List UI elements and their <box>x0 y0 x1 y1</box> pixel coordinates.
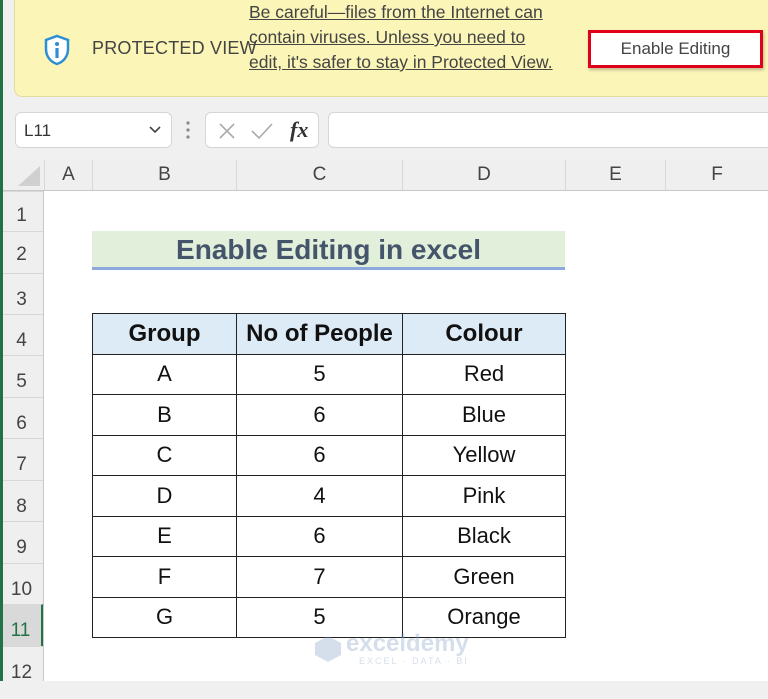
name-box-value: L11 <box>24 121 52 140</box>
row-header-2[interactable]: 2 <box>0 231 43 273</box>
cell-group[interactable]: G <box>92 596 237 638</box>
data-table: Group No of People Colour A 5 Red B 6 Bl… <box>92 313 566 638</box>
column-header-f[interactable]: F <box>665 160 768 190</box>
select-all-corner[interactable] <box>18 166 40 186</box>
cell-people[interactable]: 6 <box>236 394 403 436</box>
row-header-10[interactable]: 10 <box>0 563 43 604</box>
cell-group[interactable]: E <box>92 515 237 557</box>
cell-colour[interactable]: Red <box>402 353 566 395</box>
cell-colour[interactable]: Blue <box>402 394 566 436</box>
row-header-7[interactable]: 7 <box>0 438 43 480</box>
cell-group[interactable]: C <box>92 434 237 476</box>
cell-colour[interactable]: Yellow <box>402 434 566 476</box>
formula-controls: fx <box>205 112 319 148</box>
column-header-d[interactable]: D <box>402 160 565 190</box>
cell-people[interactable]: 6 <box>236 515 403 557</box>
cell-colour[interactable]: Green <box>402 556 566 598</box>
name-box[interactable]: L11 <box>15 112 172 148</box>
row-header-4[interactable]: 4 <box>0 314 43 355</box>
table-row: A 5 Red <box>92 353 566 395</box>
cell-group[interactable]: D <box>92 475 237 517</box>
cell-people[interactable]: 7 <box>236 556 403 598</box>
window-edge <box>0 0 3 681</box>
shield-info-icon <box>44 34 70 66</box>
header-group[interactable]: Group <box>92 313 237 355</box>
cell-people[interactable]: 5 <box>236 353 403 395</box>
table-row: G 5 Orange <box>92 596 566 638</box>
row-header-8[interactable]: 8 <box>0 480 43 521</box>
more-options-icon[interactable] <box>186 120 190 140</box>
table-row: D 4 Pink <box>92 475 566 517</box>
column-header-e[interactable]: E <box>565 160 665 190</box>
column-header-a[interactable]: A <box>44 160 92 190</box>
formula-input[interactable] <box>328 112 768 148</box>
row-header-3[interactable]: 3 <box>0 273 43 314</box>
row-header-9[interactable]: 9 <box>0 521 43 563</box>
table-header-row: Group No of People Colour <box>92 313 566 355</box>
cell-group[interactable]: F <box>92 556 237 598</box>
enable-editing-button[interactable]: Enable Editing <box>591 33 760 65</box>
header-colour[interactable]: Colour <box>402 313 566 355</box>
protected-view-label: PROTECTED VIEW <box>92 38 257 58</box>
row-header-12[interactable]: 12 <box>0 646 43 686</box>
header-no-of-people[interactable]: No of People <box>236 313 403 355</box>
table-row: C 6 Yellow <box>92 434 566 476</box>
watermark: exceldemy EXCEL · DATA · BI <box>313 630 469 669</box>
column-header-b[interactable]: B <box>92 160 236 190</box>
row-header-5[interactable]: 5 <box>0 355 43 397</box>
cell-group[interactable]: A <box>92 353 237 395</box>
protected-view-message[interactable]: Be careful—files from the Internet can c… <box>249 0 559 75</box>
row-header-11[interactable]: 11 <box>0 604 43 646</box>
row-header-6[interactable]: 6 <box>0 397 43 438</box>
insert-function-icon[interactable]: fx <box>290 117 308 143</box>
cell-colour[interactable]: Pink <box>402 475 566 517</box>
check-icon[interactable] <box>251 122 273 140</box>
table-row: B 6 Blue <box>92 394 566 436</box>
table-row: E 6 Black <box>92 515 566 557</box>
cell-group[interactable]: B <box>92 394 237 436</box>
watermark-subtext: EXCEL · DATA · BI <box>359 656 469 666</box>
row-header-1[interactable]: 1 <box>0 191 43 231</box>
cell-people[interactable]: 6 <box>236 434 403 476</box>
exceldemy-logo-icon <box>315 636 341 662</box>
column-header-c[interactable]: C <box>236 160 402 190</box>
cell-people[interactable]: 4 <box>236 475 403 517</box>
enable-editing-highlight: Enable Editing <box>588 30 763 68</box>
table-row: F 7 Green <box>92 556 566 598</box>
sheet-title-cell[interactable]: Enable Editing in excel <box>92 231 565 270</box>
chevron-down-icon[interactable] <box>147 121 163 137</box>
cell-colour[interactable]: Black <box>402 515 566 557</box>
watermark-text: exceldemy <box>346 630 469 657</box>
protected-view-bar: PROTECTED VIEW Be careful—files from the… <box>14 0 768 97</box>
close-icon[interactable] <box>218 122 236 140</box>
